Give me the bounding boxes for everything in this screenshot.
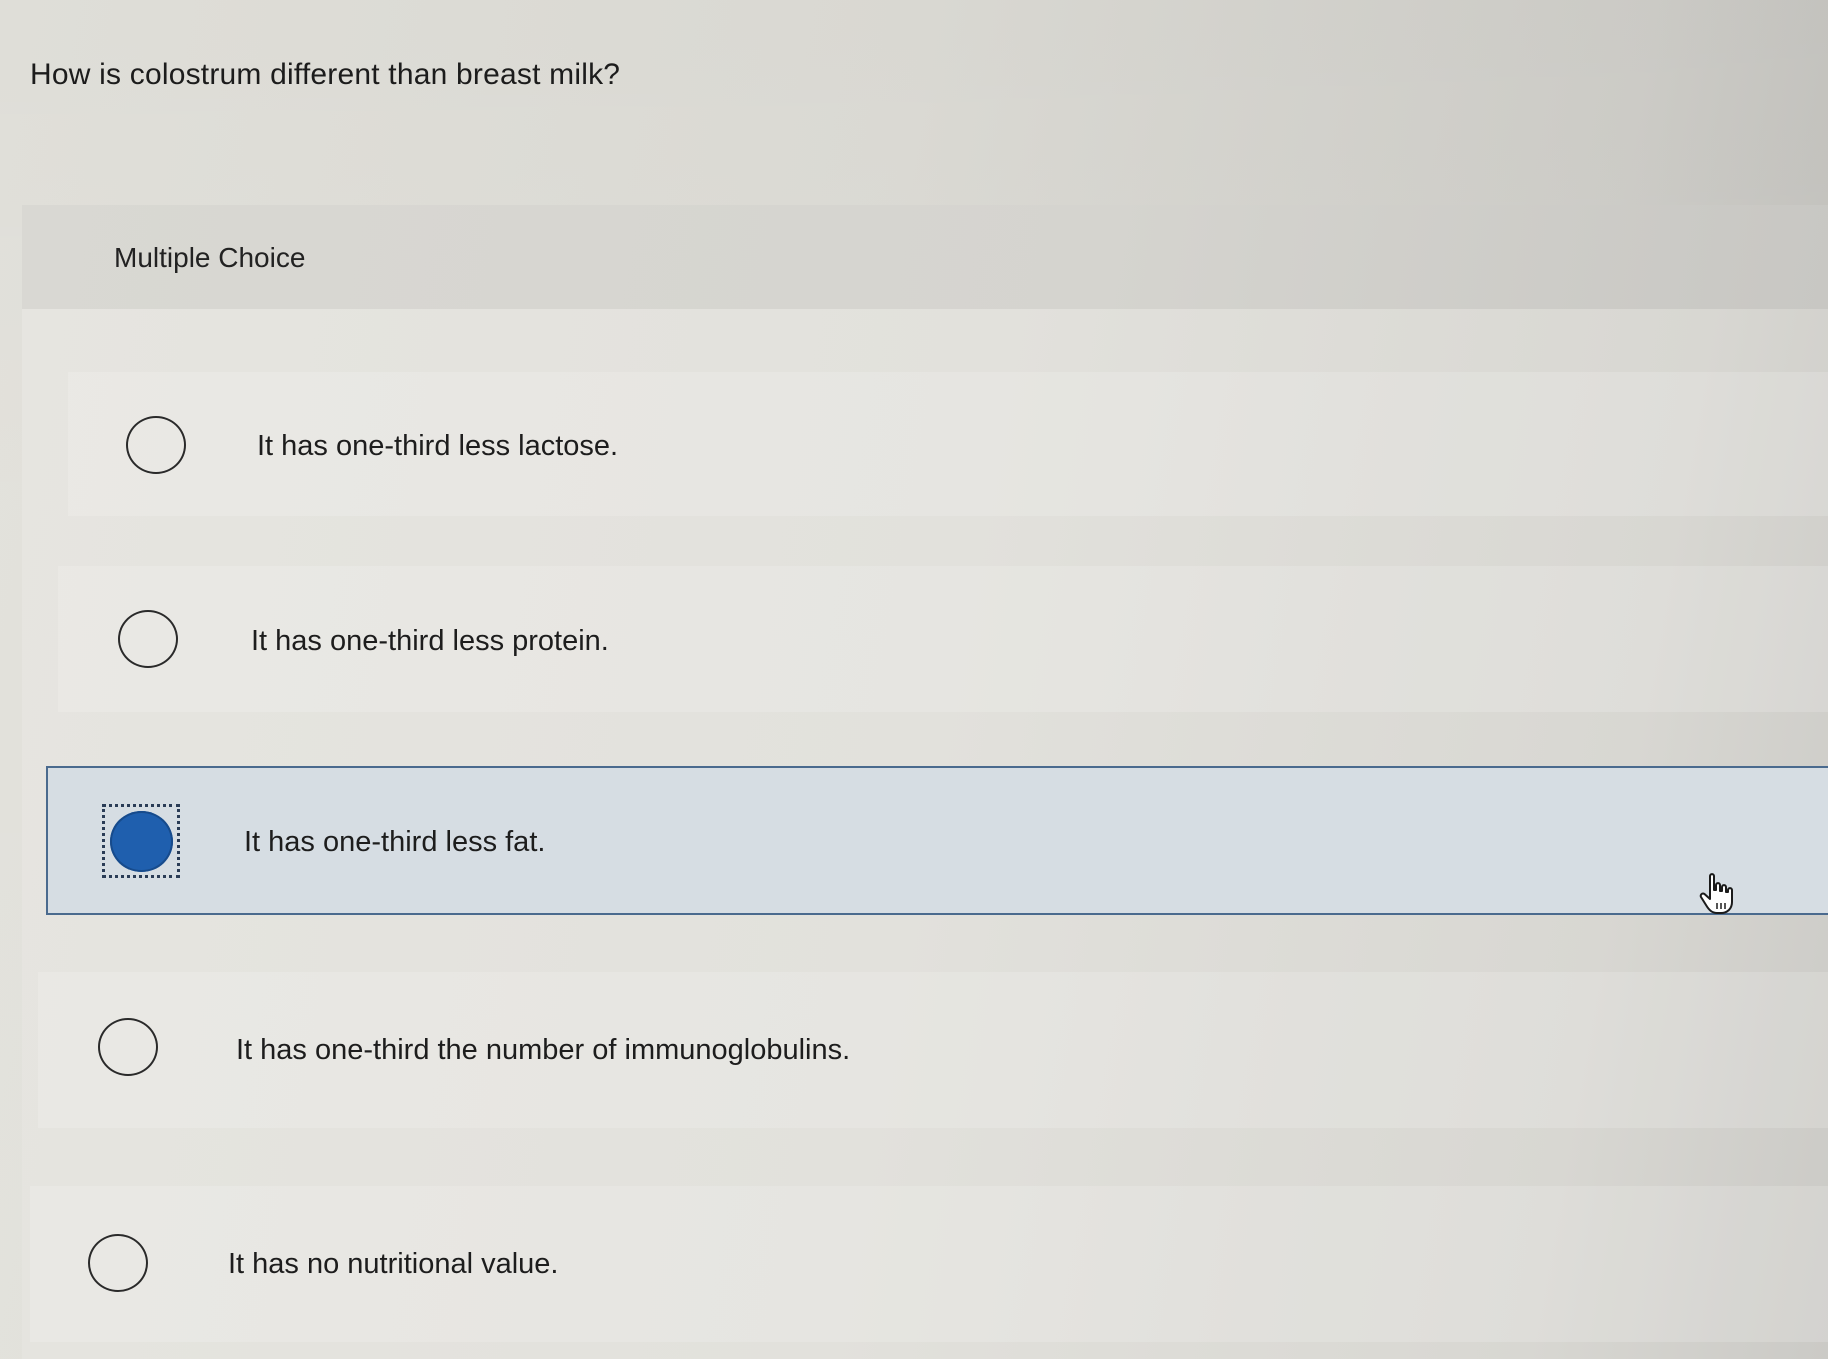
answer-option-lactose[interactable]: It has one-third less lactose.: [68, 372, 1828, 516]
question-text: How is colostrum different than breast m…: [30, 58, 621, 91]
answer-option-fat[interactable]: It has one-third less fat.: [46, 766, 1828, 915]
answer-option-label: It has one-third less lactose.: [257, 430, 619, 462]
radio-button[interactable]: [118, 610, 178, 668]
answer-option-protein[interactable]: It has one-third less protein.: [58, 566, 1828, 712]
radio-selected-dot: [110, 811, 173, 872]
radio-button[interactable]: [98, 1018, 158, 1076]
radio-focus-ring[interactable]: [102, 804, 180, 878]
answer-option-label: It has no nutritional value.: [228, 1248, 559, 1280]
question-type-label: Multiple Choice: [114, 242, 306, 273]
answer-option-label: It has one-third less protein.: [251, 625, 609, 657]
answer-option-immunoglobulins[interactable]: It has one-third the number of immunoglo…: [38, 972, 1828, 1128]
radio-button[interactable]: [88, 1234, 148, 1292]
answer-option-label: It has one-third less fat.: [244, 826, 546, 858]
answer-option-no-nutrition[interactable]: It has no nutritional value.: [30, 1186, 1828, 1342]
radio-button[interactable]: [126, 416, 186, 474]
hand-pointer-icon: [1699, 873, 1733, 914]
answer-option-label: It has one-third the number of immunoglo…: [236, 1034, 851, 1066]
panel-header: Multiple Choice: [22, 205, 1828, 309]
